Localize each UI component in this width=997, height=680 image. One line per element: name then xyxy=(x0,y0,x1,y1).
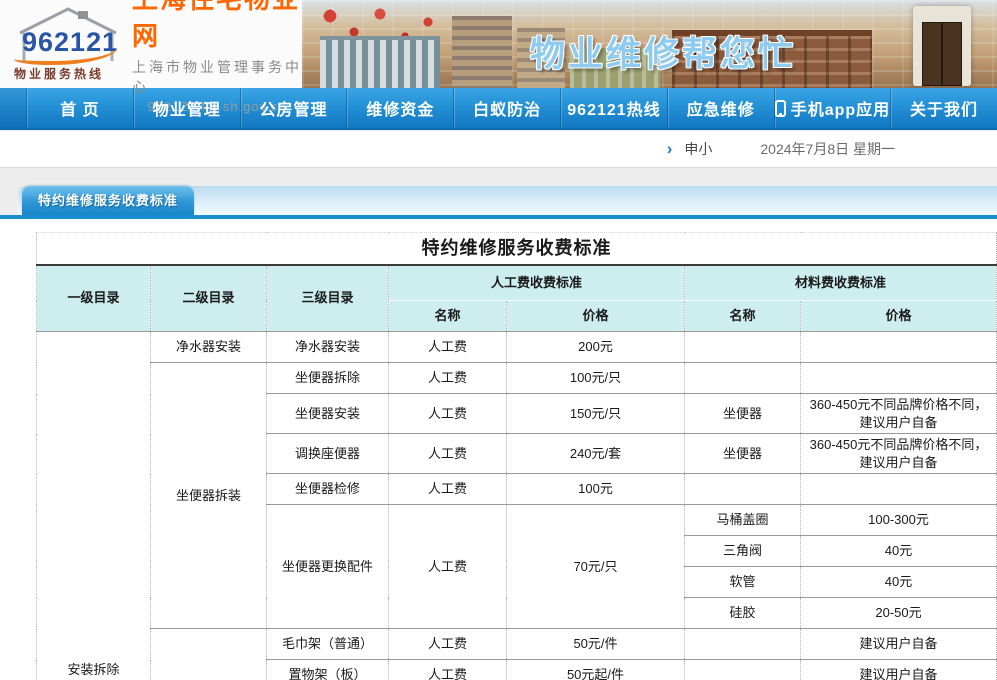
header-labor-price: 价格 xyxy=(507,301,685,332)
nav-item-public-housing[interactable]: 公房管理 xyxy=(240,88,347,128)
cell-level2 xyxy=(151,629,267,680)
header-material-group: 材料费收费标准 xyxy=(685,265,997,301)
cell-material-name xyxy=(685,660,801,680)
phone-icon xyxy=(775,100,786,117)
tab-bar-underline xyxy=(0,215,997,219)
cell-material-name: 三角阀 xyxy=(685,536,801,567)
cell-level3: 调换座便器 xyxy=(267,434,389,474)
cell-level1: 安装拆除 xyxy=(37,332,151,680)
header-level3: 三级目录 xyxy=(267,265,389,332)
nav-item-about-us[interactable]: 关于我们 xyxy=(890,88,997,128)
cell-labor-price: 100元/只 xyxy=(507,363,685,394)
cell-level3: 毛巾架（普通） xyxy=(267,629,389,660)
hotline-label: 物业服务热线 xyxy=(14,65,104,82)
cell-labor-name: 人工费 xyxy=(389,629,507,660)
cell-material-name: 坐便器 xyxy=(685,394,801,434)
site-header: 962121 物业服务热线 上海住宅物业网 上海市物业管理事务中心 962121… xyxy=(0,0,997,88)
table-row: 坐便器拆装 坐便器拆除 人工费 100元/只 xyxy=(37,363,997,394)
cell-material-price: 360-450元不同品牌价格不同，建议用户自备 xyxy=(801,394,997,434)
main-nav: 首 页 物业管理 公房管理 维修资金 白蚁防治 962121热线 应急维修 手机… xyxy=(0,88,997,130)
cell-level3: 坐便器拆除 xyxy=(267,363,389,394)
cell-material-name xyxy=(685,474,801,505)
cell-labor-price: 50元起/件 xyxy=(507,660,685,680)
nav-left-cap xyxy=(0,88,26,128)
cell-material-price: 40元 xyxy=(801,567,997,598)
cell-material-name: 马桶盖圈 xyxy=(685,505,801,536)
cell-material-price: 360-450元不同品牌价格不同，建议用户自备 xyxy=(801,434,997,474)
cell-material-price: 20-50元 xyxy=(801,598,997,629)
tab-bar: 特约维修服务收费标准 xyxy=(0,186,997,219)
header-material-name: 名称 xyxy=(685,301,801,332)
info-strip: › 申小 2024年7月8日 星期一 xyxy=(0,130,997,168)
nav-item-mobile-app[interactable]: 手机app应用 xyxy=(774,88,890,128)
announcement-arrow-icon: › xyxy=(667,139,673,159)
cell-labor-name: 人工费 xyxy=(389,505,507,629)
cell-material-price xyxy=(801,332,997,363)
nav-item-repair-fund[interactable]: 维修资金 xyxy=(346,88,453,128)
cell-level2: 坐便器拆装 xyxy=(151,363,267,629)
cell-labor-price: 200元 xyxy=(507,332,685,363)
building-tower xyxy=(452,16,512,88)
building-glass xyxy=(320,36,440,88)
tab-special-repair-fees[interactable]: 特约维修服务收费标准 xyxy=(22,186,194,215)
cell-material-price xyxy=(801,474,997,505)
cell-material-name xyxy=(685,363,801,394)
cell-labor-price: 150元/只 xyxy=(507,394,685,434)
brand-block: 962121 物业服务热线 上海住宅物业网 上海市物业管理事务中心 962121… xyxy=(0,0,302,88)
cell-material-price: 40元 xyxy=(801,536,997,567)
cell-labor-name: 人工费 xyxy=(389,660,507,680)
page: 962121 物业服务热线 上海住宅物业网 上海市物业管理事务中心 962121… xyxy=(0,0,997,680)
site-title[interactable]: 上海住宅物业网 xyxy=(132,0,302,53)
cell-labor-name: 人工费 xyxy=(389,332,507,363)
cell-labor-name: 人工费 xyxy=(389,474,507,505)
cell-labor-price: 50元/件 xyxy=(507,629,685,660)
announcement-link[interactable]: 申小 xyxy=(684,139,712,159)
cell-labor-name: 人工费 xyxy=(389,434,507,474)
cell-material-name xyxy=(685,332,801,363)
nav-item-mobile-app-label: 手机app应用 xyxy=(791,96,890,120)
cell-level3: 置物架（板） xyxy=(267,660,389,680)
nav-item-emergency-repair[interactable]: 应急维修 xyxy=(667,88,774,128)
cell-level3: 净水器安装 xyxy=(267,332,389,363)
cell-material-name: 硅胶 xyxy=(685,598,801,629)
banner-image: 物业维修帮您忙 xyxy=(302,0,997,88)
nav-item-home[interactable]: 首 页 xyxy=(26,88,133,128)
cell-material-name: 坐便器 xyxy=(685,434,801,474)
door-decoration xyxy=(913,6,971,86)
cell-labor-name: 人工费 xyxy=(389,363,507,394)
cell-level2: 净水器安装 xyxy=(151,332,267,363)
cell-material-price: 100-300元 xyxy=(801,505,997,536)
table-title: 特约维修服务收费标准 xyxy=(37,233,997,265)
header-labor-name: 名称 xyxy=(389,301,507,332)
cell-labor-price: 100元 xyxy=(507,474,685,505)
fee-table: 特约维修服务收费标准 一级目录 二级目录 三级目录 人工费收费标准 材料费收费标… xyxy=(36,232,997,680)
hotline-logo[interactable]: 962121 物业服务热线 xyxy=(14,5,122,83)
header-material-price: 价格 xyxy=(801,301,997,332)
cell-labor-price: 240元/套 xyxy=(507,434,685,474)
cell-level3: 坐便器更换配件 xyxy=(267,505,389,629)
header-level2: 二级目录 xyxy=(151,265,267,332)
nav-item-hotline[interactable]: 962121热线 xyxy=(560,88,667,128)
section-divider xyxy=(0,168,997,186)
cell-material-name: 软管 xyxy=(685,567,801,598)
cell-material-price: 建议用户自备 xyxy=(801,660,997,680)
table-row: 毛巾架（普通） 人工费 50元/件 建议用户自备 xyxy=(37,629,997,660)
cell-labor-name: 人工费 xyxy=(389,394,507,434)
nav-item-property-management[interactable]: 物业管理 xyxy=(133,88,240,128)
nav-item-termite-control[interactable]: 白蚁防治 xyxy=(453,88,560,128)
cell-labor-price: 70元/只 xyxy=(507,505,685,629)
cell-material-price: 建议用户自备 xyxy=(801,629,997,660)
header-labor-group: 人工费收费标准 xyxy=(389,265,685,301)
header-level1: 一级目录 xyxy=(37,265,151,332)
banner-slogan: 物业维修帮您忙 xyxy=(530,26,796,77)
cell-material-price xyxy=(801,363,997,394)
content-area: 特约维修服务收费标准 一级目录 二级目录 三级目录 人工费收费标准 材料费收费标… xyxy=(0,219,997,680)
current-date: 2024年7月8日 星期一 xyxy=(760,139,895,159)
cell-level3: 坐便器检修 xyxy=(267,474,389,505)
table-row: 安装拆除 净水器安装 净水器安装 人工费 200元 xyxy=(37,332,997,363)
cell-level3: 坐便器安装 xyxy=(267,394,389,434)
cell-material-name xyxy=(685,629,801,660)
